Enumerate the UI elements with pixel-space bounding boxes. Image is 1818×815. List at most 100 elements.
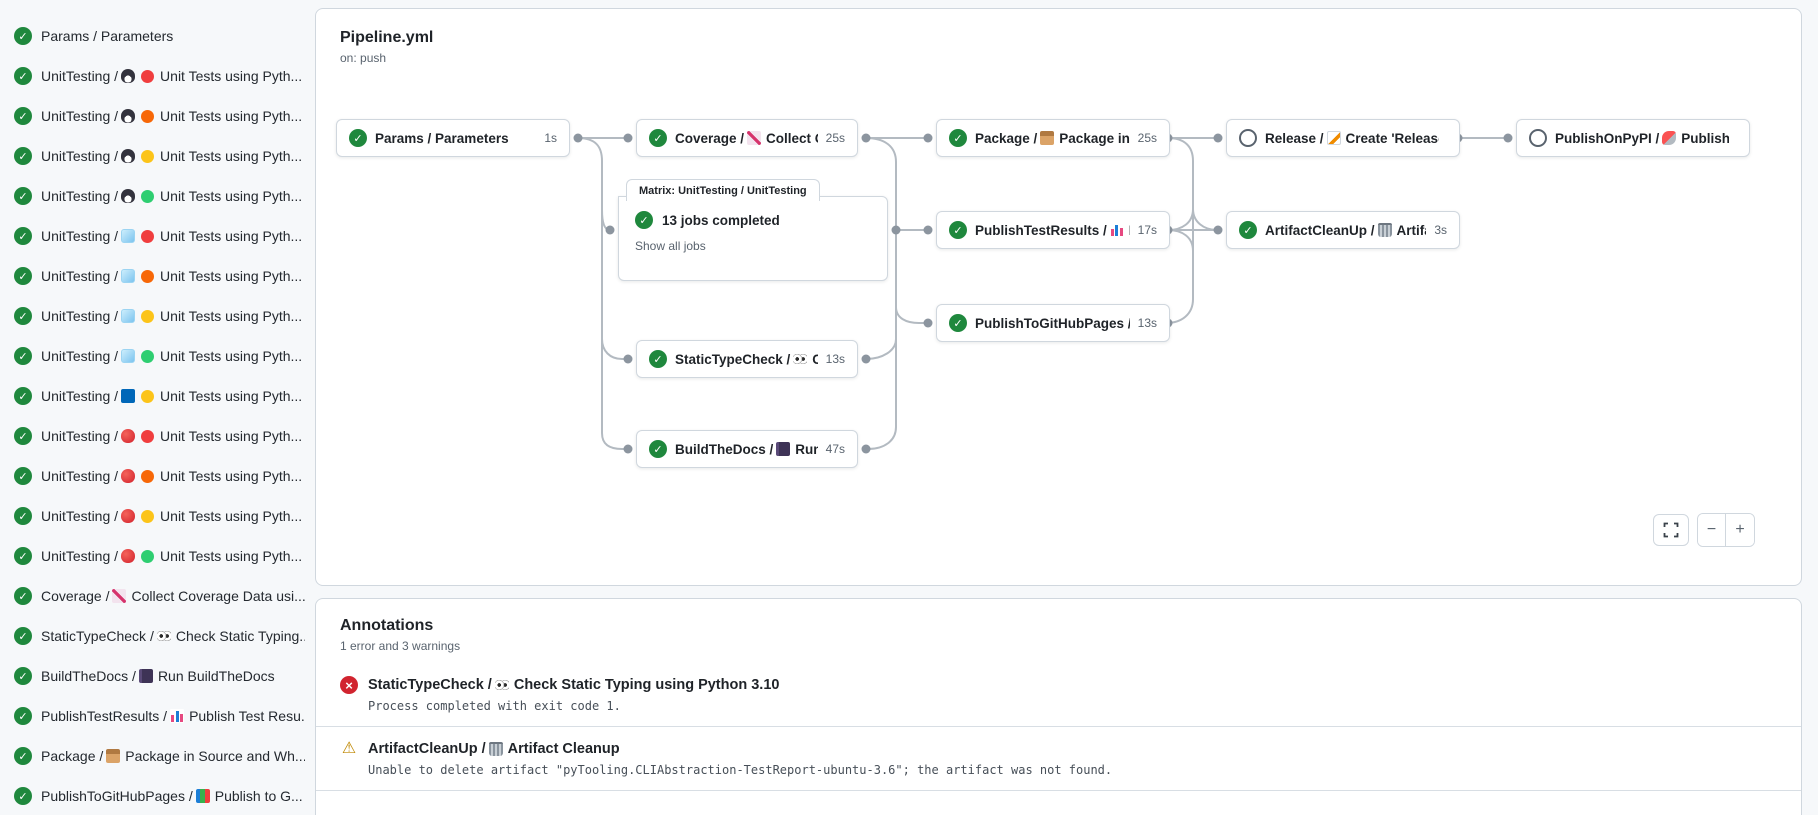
job-duration: 17s	[1138, 223, 1157, 237]
apple-icon	[121, 509, 135, 523]
sidebar-job-unittest-12[interactable]: UnitTesting /Unit Tests using Pyth...	[0, 496, 311, 536]
job-node-buildthedocs[interactable]: BuildTheDocs /Run Buil... 47s	[636, 430, 858, 468]
job-label: Package in Source and Wh...	[125, 748, 305, 764]
sidebar-job-unittest-2[interactable]: UnitTesting /Unit Tests using Pyth...	[0, 96, 311, 136]
success-status-icon	[14, 187, 32, 205]
warning-icon	[340, 740, 358, 758]
sidebar-job-unittest-5[interactable]: UnitTesting /Unit Tests using Pyth...	[0, 216, 311, 256]
ice-cube-icon	[121, 229, 135, 243]
success-status-icon	[14, 587, 32, 605]
graph-zoom-controls: − +	[1653, 513, 1755, 547]
show-all-jobs-link[interactable]: Show all jobs	[635, 239, 871, 253]
status-icon	[1239, 129, 1257, 147]
python-version-dot	[141, 230, 154, 243]
annotation-error-message: Process completed with exit code 1.	[368, 699, 1777, 713]
ice-cube-icon	[121, 269, 135, 283]
job-node-statictypecheck[interactable]: StaticTypeCheck /Chec... 13s	[636, 340, 858, 378]
package-icon	[106, 749, 120, 763]
sidebar-job-unittest-9[interactable]: UnitTesting /Unit Tests using Pyth...	[0, 376, 311, 416]
sidebar-job-buildthedocs[interactable]: BuildTheDocs /Run BuildTheDocs	[0, 656, 311, 696]
sidebar-job-coverage[interactable]: Coverage /Collect Coverage Data usi...	[0, 576, 311, 616]
zoom-out-button[interactable]: −	[1698, 514, 1726, 546]
linux-penguin-icon	[121, 69, 135, 83]
success-status-icon	[14, 787, 32, 805]
job-node-artifactcleanup[interactable]: ArtifactCleanUp /Artifac... 3s	[1226, 211, 1460, 249]
sidebar-job-publishtestresults[interactable]: PublishTestResults /Publish Test Resu...	[0, 696, 311, 736]
annotations-summary: 1 error and 3 warnings	[340, 639, 1777, 653]
job-node-params[interactable]: Params / Parameters 1s	[336, 119, 570, 157]
job-node-coverage[interactable]: Coverage /Collect Cove... 25s	[636, 119, 858, 157]
success-status-icon	[635, 211, 653, 229]
job-label: Unit Tests using Pyth...	[160, 508, 302, 524]
matrix-tab-label: Matrix: UnitTesting / UnitTesting	[626, 179, 820, 201]
sidebar-job-unittest-10[interactable]: UnitTesting /Unit Tests using Pyth...	[0, 416, 311, 456]
success-status-icon	[14, 267, 32, 285]
ice-cube-icon	[121, 349, 135, 363]
bar-chart-icon	[1110, 223, 1124, 237]
linux-penguin-icon	[121, 149, 135, 163]
sidebar-job-statictypecheck[interactable]: StaticTypeCheck /Check Static Typing...	[0, 616, 311, 656]
annotation-warning-link[interactable]: ArtifactCleanUp /Artifact Cleanup	[340, 740, 1777, 758]
workflow-file-title: Pipeline.yml	[340, 29, 433, 47]
status-icon	[949, 314, 967, 332]
job-node-publishtogithubpages[interactable]: PublishToGitHubPages /... 13s	[936, 304, 1170, 342]
workflow-trigger: on: push	[340, 51, 433, 65]
job-node-release[interactable]: Release /Create 'Release P...	[1226, 119, 1460, 157]
ice-cube-icon	[121, 309, 135, 323]
sidebar-job-publishtogithubpages[interactable]: PublishToGitHubPages /Publish to G...	[0, 776, 311, 815]
sidebar-job-unittest-1[interactable]: UnitTesting /Unit Tests using Pyth...	[0, 56, 311, 96]
job-label: Unit Tests using Pyth...	[160, 188, 302, 204]
job-name: Params / Parameters	[41, 28, 173, 44]
job-name: Coverage /	[41, 588, 109, 604]
sidebar-job-unittest-7[interactable]: UnitTesting /Unit Tests using Pyth...	[0, 296, 311, 336]
python-version-dot	[141, 270, 154, 283]
eyes-icon	[793, 352, 807, 366]
sidebar-job-unittest-13[interactable]: UnitTesting /Unit Tests using Pyth...	[0, 536, 311, 576]
bar-chart-icon	[170, 709, 184, 723]
success-status-icon	[14, 67, 32, 85]
sidebar-job-package[interactable]: Package / Package in Source and Wh...	[0, 736, 311, 776]
apple-icon	[121, 469, 135, 483]
job-node-publishtestresults[interactable]: PublishTestResults /Pu... 17s	[936, 211, 1170, 249]
job-node-package[interactable]: Package /Package in So... 25s	[936, 119, 1170, 157]
annotation-warning-message: Unable to delete artifact "pyTooling.CLI…	[368, 763, 1777, 777]
job-name: UnitTesting /	[41, 228, 118, 244]
sidebar-job-unittest-11[interactable]: UnitTesting /Unit Tests using Pyth...	[0, 456, 311, 496]
job-label: Unit Tests using Pyth...	[160, 348, 302, 364]
notebook-icon	[776, 442, 790, 456]
job-label: Unit Tests using Pyth...	[160, 468, 302, 484]
python-version-dot	[141, 390, 154, 403]
sidebar-job-unittest-6[interactable]: UnitTesting /Unit Tests using Pyth...	[0, 256, 311, 296]
job-label: Unit Tests using Pyth...	[160, 268, 302, 284]
sidebar-job-unittest-8[interactable]: UnitTesting /Unit Tests using Pyth...	[0, 336, 311, 376]
windows-logo-icon	[121, 389, 135, 403]
annotations-title: Annotations	[340, 617, 1777, 635]
annotation-error-row: StaticTypeCheck /Check Static Typing usi…	[316, 663, 1801, 726]
memo-icon	[1327, 131, 1341, 145]
matrix-unittesting-box[interactable]: 13 jobs completed Show all jobs	[618, 196, 888, 281]
zoom-in-button[interactable]: +	[1726, 514, 1754, 546]
sidebar-job-unittest-3[interactable]: UnitTesting /Unit Tests using Pyth...	[0, 136, 311, 176]
job-name: Package /	[41, 748, 103, 764]
job-label: Check Static Typing...	[176, 628, 305, 644]
status-icon	[949, 221, 967, 239]
success-status-icon	[14, 707, 32, 725]
job-label: Publish Test Resu...	[189, 708, 305, 724]
annotation-error-link[interactable]: StaticTypeCheck /Check Static Typing usi…	[340, 676, 1777, 694]
job-label: Unit Tests using Pyth...	[160, 548, 302, 564]
success-status-icon	[14, 627, 32, 645]
fullscreen-button[interactable]	[1653, 514, 1689, 546]
jobs-sidebar: Params / Parameters UnitTesting /Unit Te…	[0, 0, 311, 815]
job-node-publishonpypi[interactable]: PublishOnPyPI /Publish to ...	[1516, 119, 1750, 157]
success-status-icon	[14, 467, 32, 485]
job-label: Publish to G...	[215, 788, 303, 804]
job-label: Unit Tests using Pyth...	[160, 428, 302, 444]
chart-increasing-icon	[112, 589, 126, 603]
chart-increasing-icon	[747, 131, 761, 145]
sidebar-job-unittest-4[interactable]: UnitTesting /Unit Tests using Pyth...	[0, 176, 311, 216]
apple-icon	[121, 429, 135, 443]
sidebar-job-params[interactable]: Params / Parameters	[0, 16, 311, 56]
wastebasket-icon	[1378, 223, 1392, 237]
python-version-dot	[141, 510, 154, 523]
notebook-icon	[139, 669, 153, 683]
